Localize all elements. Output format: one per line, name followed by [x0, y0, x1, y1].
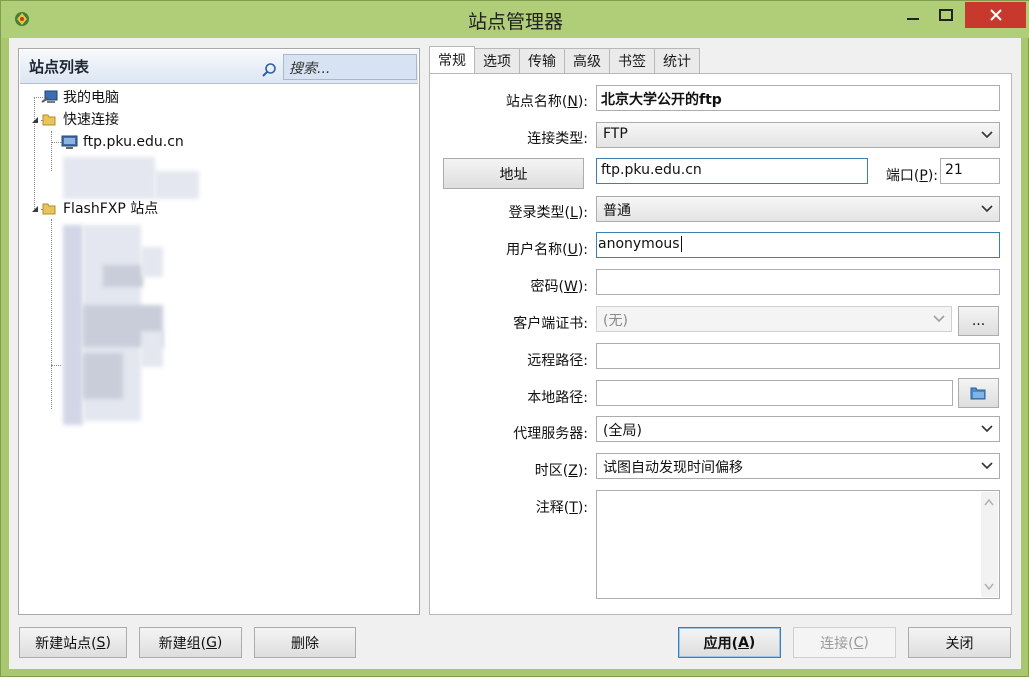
tree-line [51, 131, 52, 171]
proxy-select[interactable]: (全局) [596, 416, 1000, 442]
tree-label-my-computer: 我的电脑 [63, 90, 119, 106]
close-icon [989, 9, 1002, 21]
site-manager-window: 站点管理器 站点列表 搜索... 我的电脑 快速连接 ftp.pku.edu.c… [0, 0, 1029, 677]
tree-line [51, 365, 61, 366]
new-group-button[interactable]: 新建组(G) [139, 627, 242, 658]
notes-label: 注释(T): [535, 500, 588, 516]
computer-icon [41, 90, 58, 103]
local-path-label: 本地路径: [527, 390, 588, 406]
site-tree[interactable]: 我的电脑 快速连接 ftp.pku.edu.cn FlashFXP 站点 [19, 85, 417, 613]
site-list-header: 站点列表 搜索... [20, 50, 418, 84]
server-icon [61, 135, 78, 149]
client-cert-value: (无) [603, 313, 628, 329]
login-type-label: 登录类型(L): [508, 205, 588, 221]
tab-statistics[interactable]: 统计 [654, 48, 700, 73]
tree-line [51, 142, 61, 143]
tab-options[interactable]: 选项 [474, 48, 520, 73]
tree-item-my-computer[interactable]: 我的电脑 [41, 86, 119, 108]
local-path-browse-button[interactable] [958, 378, 999, 408]
connection-type-select[interactable]: FTP [596, 122, 1000, 148]
site-list-panel: 站点列表 搜索... 我的电脑 快速连接 ftp.pku.edu.cn Flas… [18, 48, 420, 615]
connect-button: 连接(C) [793, 627, 896, 658]
login-type-select[interactable]: 普通 [596, 196, 1000, 222]
tree-line [51, 219, 52, 409]
client-cert-select: (无) [596, 306, 952, 332]
tab-advanced[interactable]: 高级 [564, 48, 610, 73]
redacted-tree-item [83, 353, 123, 399]
chevron-down-icon [981, 131, 993, 139]
notes-scrollbar[interactable] [981, 492, 998, 597]
username-input[interactable]: anonymous [596, 232, 1000, 258]
username-value: anonymous [598, 236, 680, 252]
timezone-select[interactable]: 试图自动发现时间偏移 [596, 453, 1000, 479]
minimize-icon [907, 18, 919, 20]
dialog-client-area: 站点列表 搜索... 我的电脑 快速连接 ftp.pku.edu.cn Flas… [9, 38, 1021, 669]
title-bar[interactable]: 站点管理器 [1, 1, 1029, 38]
tree-label-flashfxp-sites: FlashFXP 站点 [63, 201, 159, 217]
folder-icon [42, 203, 56, 215]
redacted-tree-item [63, 157, 155, 199]
timezone-label: 时区(Z): [534, 463, 588, 479]
site-name-input[interactable]: 北京大学公开的ftp [596, 85, 1000, 111]
tree-label-quick-connect: 快速连接 [63, 112, 119, 128]
port-label: 端口(P): [885, 168, 938, 184]
chevron-down-icon [981, 205, 993, 213]
window-title: 站点管理器 [467, 11, 563, 33]
maximize-button[interactable] [931, 2, 961, 28]
tree-item-quick-connect[interactable]: 快速连接 [41, 108, 119, 130]
tree-item-flashfxp-sites[interactable]: FlashFXP 站点 [41, 197, 158, 219]
local-path-input[interactable] [596, 380, 953, 406]
site-list-title: 站点列表 [29, 58, 90, 76]
chevron-down-icon [981, 462, 993, 470]
text-caret [680, 236, 682, 252]
timezone-value: 试图自动发现时间偏移 [603, 460, 743, 476]
tree-item-ftp-site[interactable]: ftp.pku.edu.cn [61, 131, 184, 153]
remote-path-label: 远程路径: [527, 353, 588, 369]
folder-icon [42, 114, 56, 126]
remote-path-input[interactable] [596, 343, 1000, 369]
username-label: 用户名称(U): [506, 242, 588, 258]
password-label: 密码(W): [530, 279, 589, 295]
minimize-button[interactable] [898, 2, 928, 28]
search-input[interactable]: 搜索... [283, 54, 417, 80]
proxy-value: (全局) [603, 423, 642, 439]
collapse-arrow-icon[interactable] [30, 204, 40, 214]
redacted-tree-item [103, 265, 143, 287]
redacted-tree-item [141, 247, 163, 277]
connection-type-value: FTP [603, 126, 628, 142]
delete-button[interactable]: 删除 [254, 627, 356, 658]
tab-transfer[interactable]: 传输 [519, 48, 565, 73]
notes-textarea[interactable] [596, 490, 1000, 599]
folder-open-icon [970, 387, 985, 400]
connection-type-label: 连接类型: [527, 131, 588, 147]
tree-label-ftp-site: ftp.pku.edu.cn [83, 134, 184, 150]
port-input[interactable]: 21 [940, 158, 1000, 184]
apply-button[interactable]: 应用(A) [678, 627, 781, 658]
redacted-tree-item [63, 225, 83, 425]
search-icon[interactable] [261, 62, 277, 78]
address-button[interactable]: 地址 [443, 158, 584, 189]
maximize-icon [939, 9, 953, 21]
scroll-up-icon[interactable] [984, 498, 994, 506]
tree-line [34, 97, 35, 209]
password-input[interactable] [596, 269, 1000, 295]
login-type-value: 普通 [603, 203, 631, 219]
close-button[interactable]: 关闭 [908, 627, 1011, 658]
proxy-label: 代理服务器: [513, 426, 588, 442]
scroll-down-icon[interactable] [984, 583, 994, 591]
tab-bookmarks[interactable]: 书签 [609, 48, 655, 73]
site-name-label: 站点名称(N): [505, 94, 588, 110]
redacted-tree-item [155, 171, 199, 199]
close-window-button[interactable] [965, 2, 1026, 28]
tab-general[interactable]: 常规 [429, 46, 475, 73]
new-site-button[interactable]: 新建站点(S) [19, 627, 127, 658]
chevron-down-icon [981, 425, 993, 433]
redacted-tree-item [141, 331, 163, 367]
collapse-arrow-icon[interactable] [30, 115, 40, 125]
general-tab-panel: 站点名称(N): 北京大学公开的ftp 连接类型: FTP 地址 ftp.pku… [429, 73, 1012, 615]
tab-strip: 常规 选项 传输 高级 书签 统计 [429, 46, 700, 73]
chevron-down-icon [933, 315, 945, 323]
client-cert-browse-button[interactable]: ... [958, 306, 999, 336]
client-cert-label: 客户端证书: [513, 316, 588, 332]
